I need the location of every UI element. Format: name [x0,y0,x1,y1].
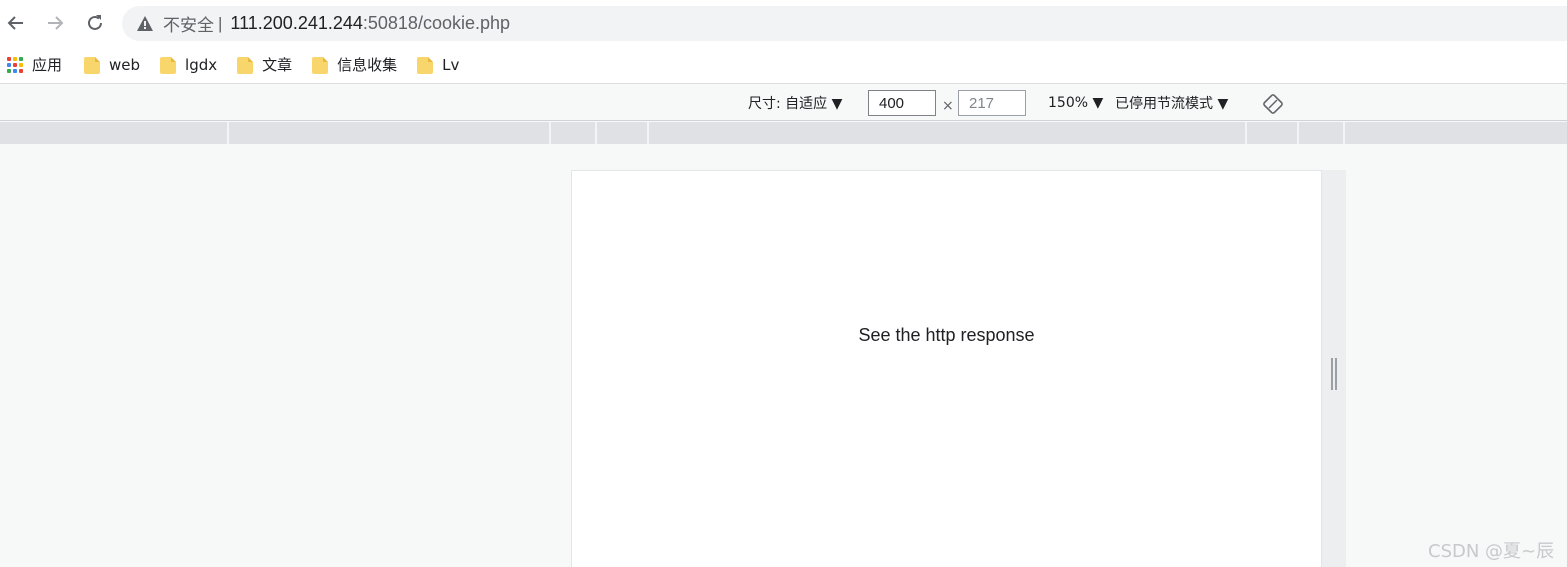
folder-icon [160,56,177,74]
ruler-divider [647,122,649,144]
bookmark-folder-articles[interactable]: 文章 [231,50,298,80]
width-input[interactable]: 400 [868,90,936,116]
forward-arrow-icon [48,16,64,30]
bookmark-folder-web[interactable]: web [78,50,146,80]
viewport-resize-handle[interactable] [1331,358,1338,390]
apps-grid-icon [7,56,23,73]
ruler-divider [227,122,229,144]
bookmark-folder-info-gathering[interactable]: 信息收集 [306,50,403,80]
ruler-divider [1297,122,1299,144]
media-query-bar[interactable] [0,122,1567,144]
security-status[interactable]: 不安全 [163,11,214,36]
url-separator: | [218,13,223,33]
rotate-icon[interactable] [1262,93,1284,115]
folder-icon [84,56,101,74]
bookmark-label: 信息收集 [337,56,398,74]
address-bar[interactable]: 不安全 | 111.200.241.244 :50818/cookie.php [122,6,1567,41]
url-host: 111.200.241.244 [230,13,363,33]
height-input[interactable]: 217 [958,90,1026,116]
page-message: See the http response [858,325,1035,345]
bookmark-folder-lv[interactable]: Lv [411,50,465,80]
bookmark-label: web [109,55,141,74]
bookmark-folder-lgdx[interactable]: lgdx [154,50,223,80]
throttling-dropdown[interactable]: 已停用节流模式 ▼ [1115,85,1228,121]
zoom-dropdown[interactable]: 150% ▼ [1048,85,1103,121]
dimension-times-sign: × [942,98,954,114]
bookmark-label: 应用 [32,56,63,74]
ruler-divider [1245,122,1247,144]
device-toolbar: 尺寸: 自适应 ▼ 400 × 217 150% ▼ 已停用节流模式 ▼ [0,85,1567,121]
back-button[interactable] [2,9,30,37]
reload-icon [88,15,102,30]
bookmark-label: lgdx [185,55,218,74]
browser-toolbar: 不安全 | 111.200.241.244 :50818/cookie.php [0,0,1567,46]
reload-button[interactable] [81,9,109,37]
ruler-divider [1343,122,1345,144]
ruler-divider [549,122,551,144]
forward-button[interactable] [41,9,69,37]
ruler-divider [595,122,597,144]
bookmark-apps[interactable]: 应用 [1,50,68,80]
folder-icon [237,56,254,74]
emulated-viewport: See the http response [571,170,1322,567]
watermark: CSDN @夏~辰 [1428,541,1555,562]
bookmarks-bar: 应用 web lgdx 文章 信息收集 Lv [0,46,1567,84]
warning-icon [136,15,154,33]
back-arrow-icon [7,16,23,30]
bookmark-label: Lv [442,55,460,74]
folder-icon [312,56,329,74]
bookmark-label: 文章 [262,56,293,74]
folder-icon [417,56,434,74]
dimensions-dropdown[interactable]: 尺寸: 自适应 ▼ [748,85,842,121]
url-path: :50818/cookie.php [362,13,511,33]
